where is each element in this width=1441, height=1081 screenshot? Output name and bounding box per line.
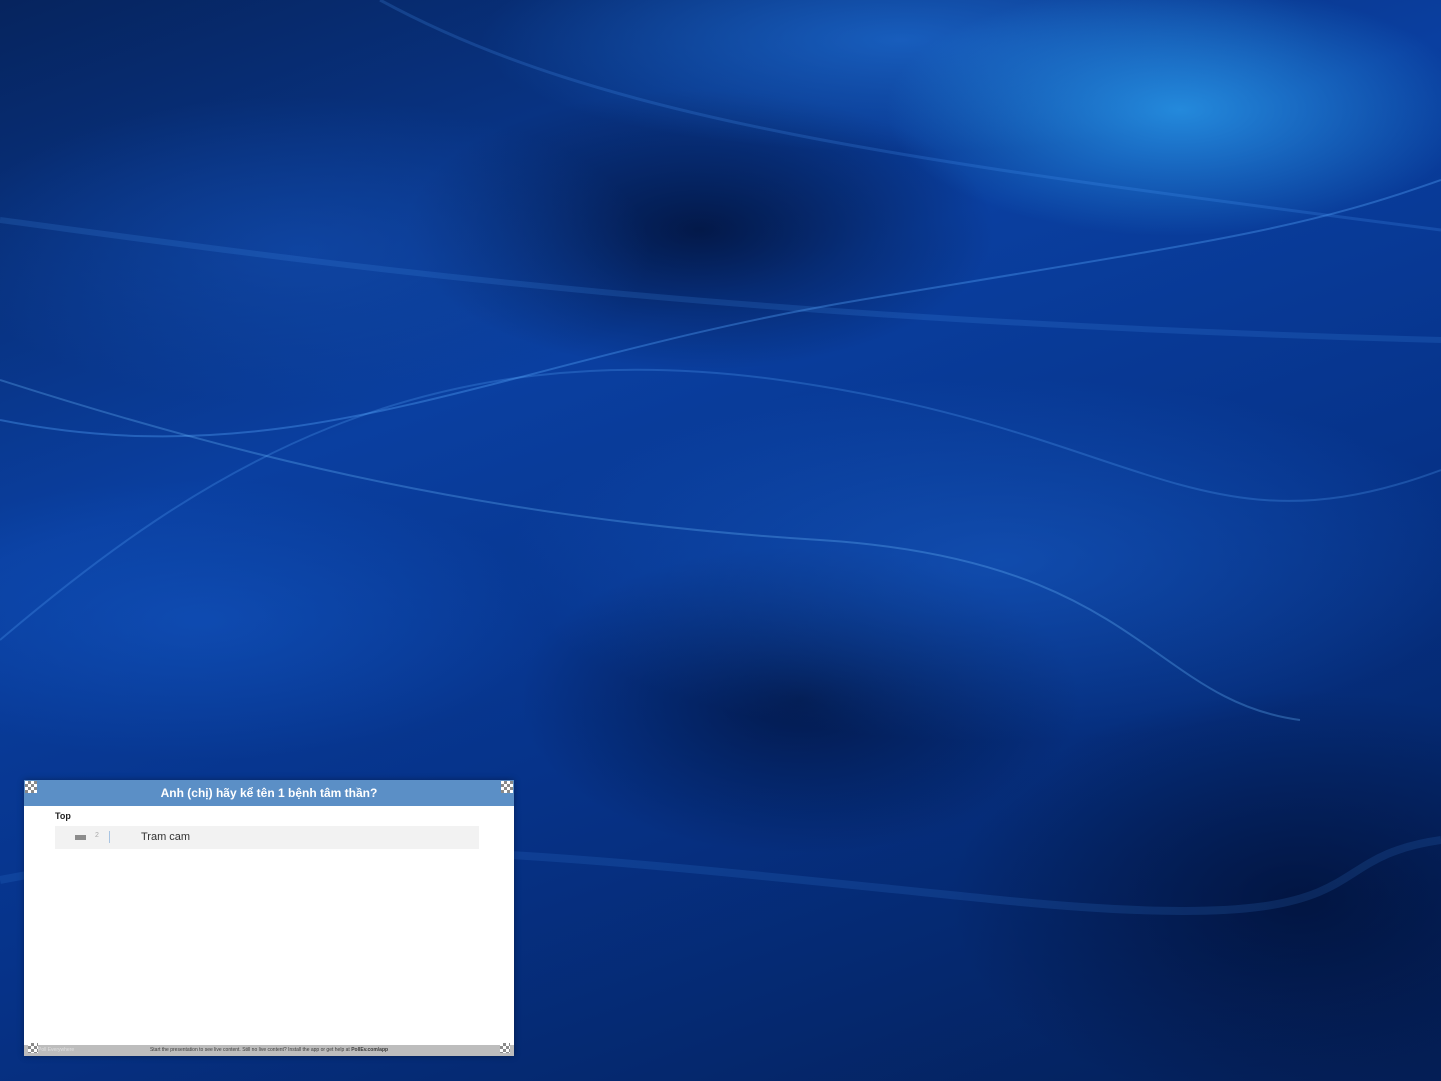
vote-separator [109, 831, 110, 843]
section-label: Top [55, 811, 71, 821]
footer-message-text: Start the presentation to see live conte… [149, 1047, 350, 1053]
resize-handle-top-left[interactable] [25, 781, 37, 793]
answer-row: 2 Tram cam [55, 826, 479, 849]
question-title: Anh (chị) hãy kể tên 1 bệnh tâm thần? [24, 780, 514, 806]
resize-handle-bottom-right[interactable] [500, 1043, 510, 1053]
resize-handle-top-right[interactable] [501, 781, 513, 793]
answer-text: Tram cam [141, 831, 191, 843]
footer-message: Start the presentation to see live conte… [24, 1047, 514, 1053]
footer-help-link[interactable]: PollEv.com/app [351, 1047, 388, 1053]
poll-results-panel: Anh (chị) hãy kể tên 1 bệnh tâm thần? To… [24, 780, 514, 1056]
vote-count: 2 [95, 832, 99, 839]
vote-bar [75, 835, 86, 840]
panel-footer: Poll Everywhere Start the presentation t… [24, 1043, 514, 1056]
